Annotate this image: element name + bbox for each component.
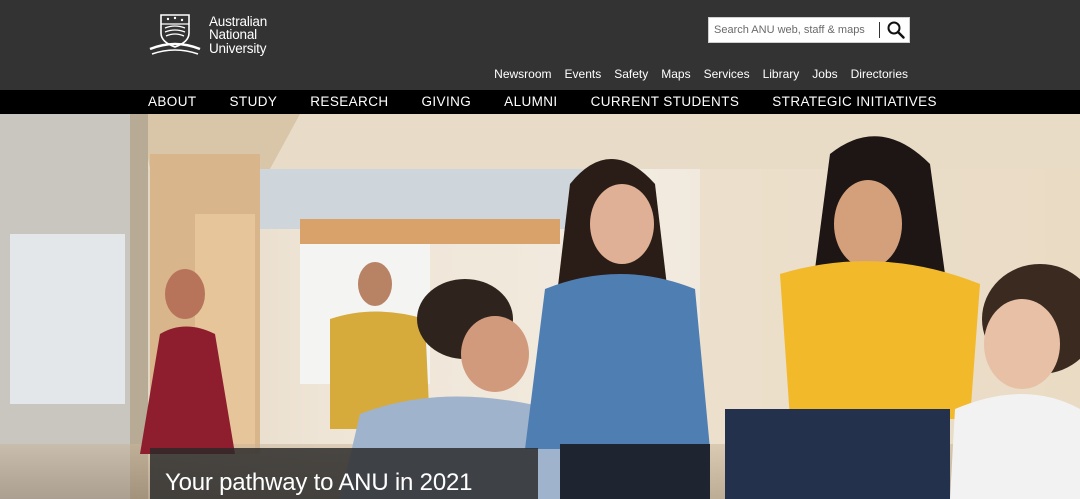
utility-link-services[interactable]: Services [704, 67, 750, 81]
anu-crest-icon [149, 14, 201, 55]
site-header: Australian National University Newsroom … [0, 0, 1080, 90]
logo-line: National [209, 27, 257, 43]
utility-link-maps[interactable]: Maps [661, 67, 690, 81]
nav-item-strategic-initiatives[interactable]: STRATEGIC INITIATIVES [772, 94, 937, 109]
nav-item-alumni[interactable]: ALUMNI [504, 94, 557, 109]
utility-link-safety[interactable]: Safety [614, 67, 648, 81]
nav-item-about[interactable]: ABOUT [148, 94, 197, 109]
utility-link-newsroom[interactable]: Newsroom [494, 67, 551, 81]
nav-item-current-students[interactable]: CURRENT STUDENTS [591, 94, 740, 109]
hero-banner[interactable]: Your pathway to ANU in 2021 [0, 114, 1080, 499]
main-nav: ABOUT STUDY RESEARCH GIVING ALUMNI CURRE… [0, 90, 1080, 114]
logo-line: Australian [209, 13, 268, 29]
search-box [708, 17, 910, 43]
nav-item-study[interactable]: STUDY [230, 94, 278, 109]
logo-line: University [209, 40, 267, 56]
nav-item-research[interactable]: RESEARCH [310, 94, 388, 109]
logo-wordmark: Australian National University [209, 15, 267, 56]
utility-link-events[interactable]: Events [565, 67, 602, 81]
utility-nav: Newsroom Events Safety Maps Services Lib… [481, 67, 908, 81]
utility-link-jobs[interactable]: Jobs [812, 67, 837, 81]
hero-caption[interactable]: Your pathway to ANU in 2021 [150, 448, 538, 499]
utility-link-directories[interactable]: Directories [851, 67, 908, 81]
hero-photo [0, 114, 1080, 499]
search-input[interactable] [709, 18, 879, 42]
hero-caption-text: Your pathway to ANU in 2021 [165, 469, 473, 496]
search-icon [887, 21, 905, 39]
search-button[interactable] [884, 18, 908, 42]
utility-link-library[interactable]: Library [763, 67, 800, 81]
search-divider [879, 22, 880, 38]
anu-logo[interactable]: Australian National University [148, 12, 278, 58]
nav-item-giving[interactable]: GIVING [422, 94, 472, 109]
